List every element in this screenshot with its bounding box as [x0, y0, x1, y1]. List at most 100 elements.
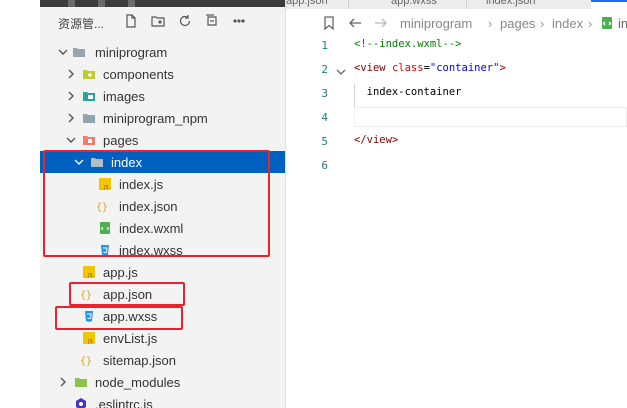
tree-item-pages[interactable]: pages: [40, 129, 285, 151]
tree-item-sitemap-json[interactable]: {} sitemap.json: [40, 349, 285, 371]
active-tab-indicator: [591, 0, 627, 2]
current-line-highlight: [354, 107, 627, 127]
chevron-right-icon[interactable]: [66, 68, 76, 80]
wxml-file-icon: [600, 16, 614, 30]
tree-item-label: index.js: [119, 177, 164, 192]
tree-item-app-json[interactable]: {} app.json: [40, 283, 285, 305]
more-icon[interactable]: [231, 13, 247, 29]
js-file-icon: JS: [82, 265, 96, 279]
activity-bar: [0, 0, 40, 408]
folder-open-icon: [90, 155, 104, 169]
chevron-right-icon[interactable]: [66, 90, 76, 102]
refresh-icon[interactable]: [177, 13, 193, 29]
breadcrumb-separator-icon: ›: [588, 16, 593, 31]
tree-item-components[interactable]: components: [40, 63, 285, 85]
code-line: index-container: [354, 86, 462, 98]
folder-icon: [82, 111, 96, 125]
tab-app-json[interactable]: app.json: [286, 0, 346, 9]
svg-text:{}: {}: [80, 290, 92, 301]
tree-item-label: sitemap.json: [103, 353, 176, 368]
tree-item-label: node_modules: [95, 375, 181, 390]
js-file-icon: JS: [98, 177, 112, 191]
tree-item-index-js[interactable]: JS index.js: [40, 173, 285, 195]
code-token: "container": [429, 62, 500, 74]
tree-item-eslintrc[interactable]: .eslintrc.js: [40, 393, 285, 408]
tree-item-index-folder[interactable]: index: [40, 151, 285, 173]
svg-text:{}: {}: [80, 356, 92, 367]
collapse-all-icon[interactable]: [204, 13, 220, 29]
code-token: class: [385, 62, 424, 74]
tree-item-label: miniprogram: [95, 45, 168, 60]
breadcrumb-item[interactable]: pages: [500, 16, 535, 31]
chevron-right-icon[interactable]: [66, 112, 76, 124]
tree-item-label: miniprogram_npm: [103, 111, 208, 126]
pages-folder-icon: [82, 133, 96, 147]
chevron-right-icon[interactable]: [58, 376, 68, 388]
strip-marker: [128, 0, 135, 7]
line-number: 4: [321, 111, 328, 124]
tree-item-app-wxss[interactable]: app.wxss: [40, 305, 285, 327]
bookmark-icon[interactable]: [322, 16, 336, 31]
svg-text:JS: JS: [87, 339, 93, 345]
svg-text:JS: JS: [103, 185, 109, 191]
line-number: 2: [321, 63, 328, 76]
code-token: view: [366, 134, 392, 146]
tree-item-label: app.wxss: [103, 309, 158, 324]
tree-item-miniprogram-npm[interactable]: miniprogram_npm: [40, 107, 285, 129]
back-arrow-icon[interactable]: [348, 16, 362, 30]
breadcrumb: miniprogram › pages › index › in: [286, 9, 627, 37]
code-token: index-container: [354, 86, 462, 98]
tab-separator: [348, 0, 349, 9]
new-folder-icon[interactable]: [150, 13, 166, 29]
breadcrumb-item[interactable]: index: [552, 16, 583, 31]
editor-tab-bar: app.json app.wxss index.json: [286, 0, 627, 9]
tree-item-label: images: [103, 89, 145, 104]
wxml-file-icon: [98, 221, 112, 235]
tree-item-app-js[interactable]: JS app.js: [40, 261, 285, 283]
eslint-file-icon: [74, 397, 88, 408]
code-editor[interactable]: miniprogram › pages › index › in 1 <!--in…: [286, 9, 627, 408]
breadcrumb-separator-icon: ›: [488, 16, 493, 31]
code-line: <view class="container">: [354, 62, 506, 74]
node-folder-icon: [74, 375, 88, 389]
code-token: >: [391, 134, 399, 146]
tree-item-label: index.json: [119, 199, 178, 214]
new-file-icon[interactable]: [123, 13, 139, 29]
explorer-header-strip: [40, 0, 285, 7]
breadcrumb-item[interactable]: miniprogram: [400, 16, 472, 31]
fold-chevron-icon[interactable]: [336, 64, 346, 75]
line-number: 5: [321, 135, 328, 148]
tree-item-node-modules[interactable]: node_modules: [40, 371, 285, 393]
code-token: <!--index.wxml-->: [354, 38, 462, 50]
chevron-down-icon[interactable]: [58, 46, 68, 58]
forward-arrow-icon[interactable]: [374, 16, 388, 30]
tree-item-label: envList.js: [103, 331, 158, 346]
images-folder-icon: [82, 89, 96, 103]
tree-item-envlist-js[interactable]: JS envList.js: [40, 327, 285, 349]
tab-app-wxss[interactable]: app.wxss: [391, 0, 461, 9]
tree-item-label: index.wxml: [119, 221, 184, 236]
chevron-down-icon[interactable]: [74, 156, 84, 168]
tab-index-json[interactable]: index.json: [486, 0, 576, 9]
code-line: <!--index.wxml-->: [354, 38, 461, 50]
tree-item-label: pages: [103, 133, 139, 148]
tree-item-label: .eslintrc.js: [95, 397, 153, 408]
tree-item-index-wxss[interactable]: index.wxss: [40, 239, 285, 261]
tree-item-index-json[interactable]: {} index.json: [40, 195, 285, 217]
breadcrumb-item-trailing[interactable]: in: [618, 16, 627, 31]
tree-item-miniprogram[interactable]: miniprogram: [40, 41, 285, 63]
tab-active[interactable]: [591, 0, 627, 9]
tree-item-index-wxml[interactable]: index.wxml: [40, 217, 285, 239]
strip-marker: [98, 0, 105, 7]
code-line: </view>: [354, 134, 398, 146]
tree-item-images[interactable]: images: [40, 85, 285, 107]
js-file-icon: JS: [82, 331, 96, 345]
strip-marker: [68, 0, 75, 7]
json-file-icon: {}: [80, 287, 94, 301]
chevron-down-icon[interactable]: [66, 134, 76, 146]
components-folder-icon: [82, 67, 96, 81]
json-file-icon: {}: [96, 199, 110, 213]
line-number: 6: [321, 159, 328, 172]
svg-text:JS: JS: [87, 273, 93, 279]
explorer-title: 资源管...: [58, 17, 105, 31]
